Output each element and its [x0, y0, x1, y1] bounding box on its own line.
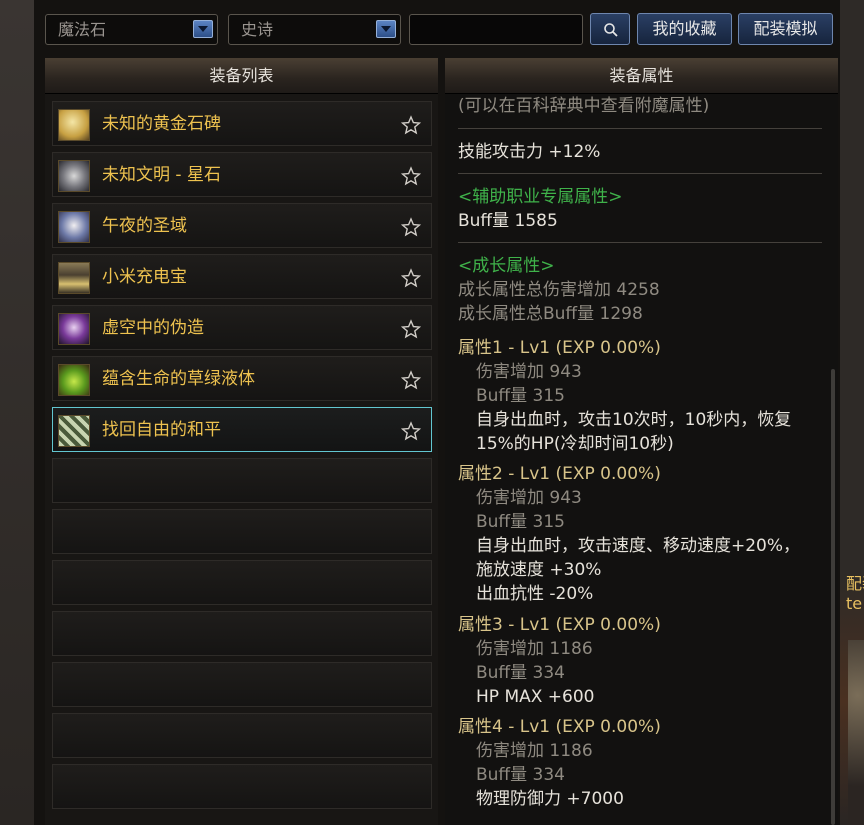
section-title: <成长属性>: [458, 256, 555, 276]
type-select-value: 魔法石: [58, 20, 107, 39]
equipment-list: 未知的黄金石碑 未知文明 - 星石 午夜的圣域 小米充电宝 虚空中的伪造 蕴含生…: [45, 94, 438, 825]
item-name: 蕴含生命的草绿液体: [102, 369, 255, 389]
growth-level-title: 属性3 - Lv1 (EXP 0.00%): [458, 615, 661, 635]
empty-list-slot: [52, 509, 432, 554]
attribute-line: 15%的HP(冷却时间10秒): [476, 434, 674, 454]
attribute-line: Buff量 334: [476, 663, 566, 683]
growth-level-title: 属性4 - Lv1 (EXP 0.00%): [458, 717, 661, 737]
list-item[interactable]: 小米充电宝: [52, 254, 432, 299]
divider: [458, 173, 822, 174]
growth-level-title: 属性1 - Lv1 (EXP 0.00%): [458, 338, 661, 358]
search-icon: [604, 23, 618, 37]
golden-tablet-icon: [58, 109, 90, 141]
attribute-line: 伤害增加 1186: [476, 639, 593, 659]
enchant-hint: (可以在百科辞典中查看附魔属性): [458, 96, 710, 116]
attribute-line: 成长属性总伤害增加 4258: [458, 280, 660, 300]
item-name: 未知的黄金石碑: [102, 114, 221, 134]
rarity-select[interactable]: 史诗: [228, 14, 401, 45]
background-text-fragment: 配装 te: [846, 574, 864, 613]
attribute-line: 技能攻击力 +12%: [458, 142, 601, 162]
right-background: 配装 te: [840, 0, 864, 825]
item-name: 未知文明 - 星石: [102, 165, 221, 185]
star-icon[interactable]: [401, 370, 421, 390]
star-icon[interactable]: [401, 217, 421, 237]
power-bank-icon: [58, 262, 90, 294]
attributes-scrollbar[interactable]: [831, 369, 835, 825]
empty-list-slot: [52, 662, 432, 707]
star-icon[interactable]: [401, 166, 421, 186]
item-name: 找回自由的和平: [102, 420, 221, 440]
type-select[interactable]: 魔法石: [45, 14, 218, 45]
empty-list-slot: [52, 611, 432, 656]
list-item[interactable]: 未知的黄金石碑: [52, 101, 432, 146]
growth-level-title: 属性2 - Lv1 (EXP 0.00%): [458, 464, 661, 484]
freedom-peace-icon: [58, 415, 90, 447]
star-stone-icon: [58, 160, 90, 192]
divider: [458, 128, 822, 129]
star-icon[interactable]: [401, 421, 421, 441]
list-item[interactable]: 虚空中的伪造: [52, 305, 432, 350]
attribute-line: Buff量 315: [476, 512, 566, 532]
empty-list-slot: [52, 713, 432, 758]
attribute-line: 施放速度 +30%: [476, 560, 602, 580]
star-icon[interactable]: [401, 115, 421, 135]
rarity-select-value: 史诗: [241, 20, 274, 39]
simulate-button[interactable]: 配装模拟: [738, 13, 833, 45]
item-name: 小米充电宝: [102, 267, 187, 287]
equipment-panel: 魔法石 史诗 我的收藏 配装模拟 装备列表 装备属性 未知的黄金石碑 未知文明 …: [34, 0, 840, 825]
item-name: 虚空中的伪造: [102, 318, 204, 338]
attribute-line: 物理防御力 +7000: [476, 789, 624, 809]
equipment-list-header: 装备列表: [45, 58, 438, 94]
list-item[interactable]: 蕴含生命的草绿液体: [52, 356, 432, 401]
attribute-line: HP MAX +600: [476, 687, 595, 707]
void-forgery-icon: [58, 313, 90, 345]
list-item[interactable]: 午夜的圣域: [52, 203, 432, 248]
attribute-line: 伤害增加 943: [476, 488, 582, 508]
attribute-line: 自身出血时，攻击10次时，10秒内，恢复: [476, 410, 792, 430]
search-button[interactable]: [590, 13, 630, 45]
favorites-button[interactable]: 我的收藏: [637, 13, 732, 45]
attribute-line: 伤害增加 943: [476, 362, 582, 382]
left-background: [0, 0, 34, 825]
empty-list-slot: [52, 458, 432, 503]
attributes-header: 装备属性: [445, 58, 838, 94]
attribute-line: 出血抗性 -20%: [476, 584, 594, 604]
attribute-line: Buff量 334: [476, 765, 566, 785]
divider: [458, 242, 822, 243]
list-item[interactable]: 未知文明 - 星石: [52, 152, 432, 197]
star-icon[interactable]: [401, 268, 421, 288]
star-icon[interactable]: [401, 319, 421, 339]
green-liquid-icon: [58, 364, 90, 396]
list-item[interactable]: 找回自由的和平: [52, 407, 432, 452]
attributes-panel: (可以在百科辞典中查看附魔属性) 技能攻击力 +12% <辅助职业专属属性> B…: [445, 94, 838, 825]
item-name: 午夜的圣域: [102, 216, 187, 236]
chevron-down-icon[interactable]: [193, 20, 213, 38]
attribute-line: 伤害增加 1186: [476, 741, 593, 761]
chevron-down-icon[interactable]: [376, 20, 396, 38]
attribute-line: 成长属性总Buff量 1298: [458, 304, 643, 324]
attribute-line: 自身出血时，攻击速度、移动速度+20%，: [476, 536, 801, 556]
background-decoration: [848, 640, 864, 825]
section-title: <辅助职业专属属性>: [458, 187, 623, 207]
search-input[interactable]: [409, 14, 583, 45]
empty-list-slot: [52, 560, 432, 605]
empty-list-slot: [52, 764, 432, 809]
attribute-line: Buff量 315: [476, 386, 566, 406]
midnight-sanctuary-icon: [58, 211, 90, 243]
attribute-line: Buff量 1585: [458, 211, 558, 231]
